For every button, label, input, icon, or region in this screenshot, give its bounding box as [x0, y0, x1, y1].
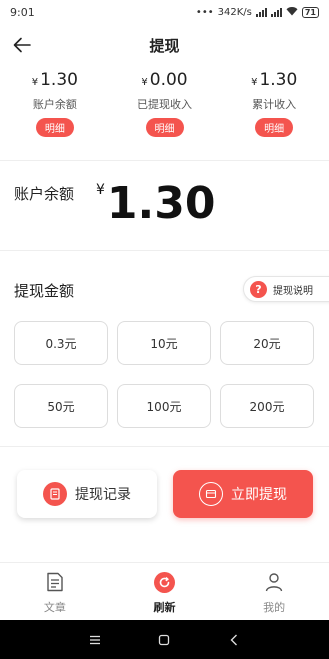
divider	[0, 250, 329, 251]
wifi-icon	[286, 6, 298, 19]
stat-balance: ¥ 1.30 账户余额 明细	[0, 70, 110, 150]
currency-symbol: ¥	[251, 77, 258, 88]
stat-label: 账户余额	[32, 98, 77, 111]
page-title: 提现	[149, 36, 180, 55]
withdraw-records-button[interactable]: 提现记录	[17, 470, 157, 518]
arrow-left-icon	[13, 37, 31, 53]
amount-option[interactable]: 20元	[220, 321, 314, 365]
balance-detail-button[interactable]: 明细	[35, 118, 74, 137]
currency-symbol: ¥	[31, 77, 39, 88]
bottom-tabbar: 文章 刷新 我的	[0, 562, 329, 620]
system-navbar	[0, 620, 329, 659]
balance-label: 账户余额	[14, 185, 75, 203]
withdraw-help-label: 提现说明	[273, 285, 313, 297]
back-nav-icon[interactable]	[222, 628, 246, 652]
stat-value: ¥ 0.00	[141, 70, 187, 94]
divider	[0, 446, 329, 447]
total-income-detail-button[interactable]: 明细	[255, 118, 294, 137]
back-button[interactable]	[10, 33, 34, 57]
withdraw-amount-label: 提现金额	[14, 282, 75, 300]
withdraw-records-label: 提现记录	[75, 487, 131, 503]
stat-total-income: ¥ 1.30 累计收入 明细	[219, 70, 329, 150]
divider	[0, 160, 329, 161]
amount-option[interactable]: 50元	[14, 384, 108, 428]
wallet-icon	[199, 482, 223, 506]
withdraw-now-label: 立即提现	[231, 487, 287, 503]
amount-options: 0.3元 10元 20元 50元 100元 200元	[14, 321, 315, 428]
tab-label: 文章	[43, 601, 66, 614]
signal-icon-2	[270, 7, 282, 17]
amount-option[interactable]: 200元	[220, 384, 314, 428]
home-icon[interactable]	[152, 628, 176, 652]
signal-icon	[255, 7, 267, 17]
stat-label: 已提现收入	[137, 98, 192, 111]
tab-label: 我的	[263, 601, 286, 614]
stat-value: ¥ 1.30	[32, 70, 78, 94]
amount-option[interactable]: 100元	[117, 384, 211, 428]
header: 提现	[0, 28, 329, 62]
balance-value: 1.30	[106, 178, 216, 229]
currency-symbol: ¥	[96, 182, 105, 198]
amount-option[interactable]: 10元	[117, 321, 211, 365]
withdrawn-detail-button[interactable]: 明细	[145, 118, 184, 137]
action-buttons: 提现记录 立即提现	[17, 470, 313, 518]
stats-row: ¥ 1.30 账户余额 明细 ¥ 0.00 已提现收入 明细 ¥ 1.30 累计…	[0, 70, 329, 150]
stat-label: 累计收入	[252, 98, 297, 111]
withdraw-now-button[interactable]: 立即提现	[173, 470, 313, 518]
status-bar: 9:01 ••• 342K/s 71	[0, 0, 329, 24]
stat-amount: 0.00	[149, 70, 188, 90]
status-indicators: ••• 342K/s 71	[196, 6, 319, 19]
stat-amount: 1.30	[259, 70, 298, 90]
balance-amount: ¥ 1.30	[96, 178, 215, 230]
withdraw-help-button[interactable]: ? 提现说明	[243, 276, 329, 302]
stat-withdrawn: ¥ 0.00 已提现收入 明细	[110, 70, 220, 150]
stat-amount: 1.30	[40, 70, 78, 90]
tab-profile[interactable]: 我的	[219, 563, 329, 620]
receipt-icon	[43, 482, 67, 506]
menu-icon[interactable]	[83, 628, 107, 652]
currency-symbol: ¥	[141, 77, 148, 88]
refresh-icon	[154, 571, 176, 593]
question-icon: ?	[250, 280, 267, 298]
status-time: 9:01	[10, 5, 35, 19]
tab-label: 刷新	[153, 601, 176, 614]
profile-icon	[263, 571, 285, 593]
amount-option[interactable]: 0.3元	[14, 321, 108, 365]
battery-icon: 71	[301, 6, 319, 18]
stat-value: ¥ 1.30	[251, 70, 297, 94]
article-icon	[44, 571, 66, 593]
network-speed: 342K/s	[217, 6, 252, 18]
more-dots-icon: •••	[195, 6, 214, 18]
tab-article[interactable]: 文章	[0, 563, 110, 620]
tab-refresh[interactable]: 刷新	[110, 563, 220, 620]
